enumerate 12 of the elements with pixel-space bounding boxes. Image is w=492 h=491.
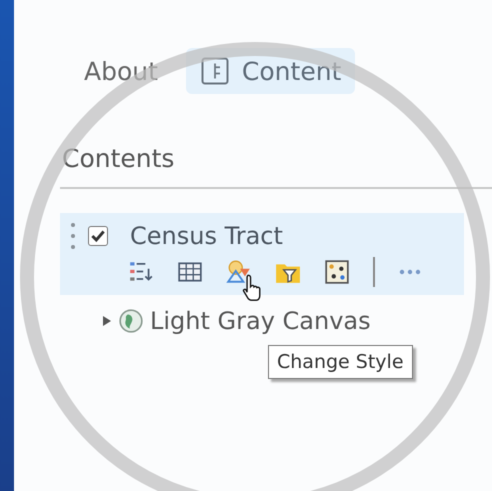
section-heading: Contents <box>62 144 176 173</box>
tab[interactable]: About <box>70 48 172 94</box>
layer-checkbox[interactable] <box>88 226 108 246</box>
expand-arrow-icon[interactable] <box>102 315 112 327</box>
drag-handle-icon[interactable] <box>70 221 76 251</box>
layer-name: Census Tract <box>130 222 283 250</box>
globe-icon <box>118 308 144 334</box>
basemap-name: Light Gray Canvas <box>150 307 371 335</box>
tooltip: Change Style <box>268 345 413 379</box>
shapes-icon[interactable] <box>226 259 252 285</box>
map-points-icon[interactable] <box>324 259 350 285</box>
document-icon <box>200 56 230 86</box>
